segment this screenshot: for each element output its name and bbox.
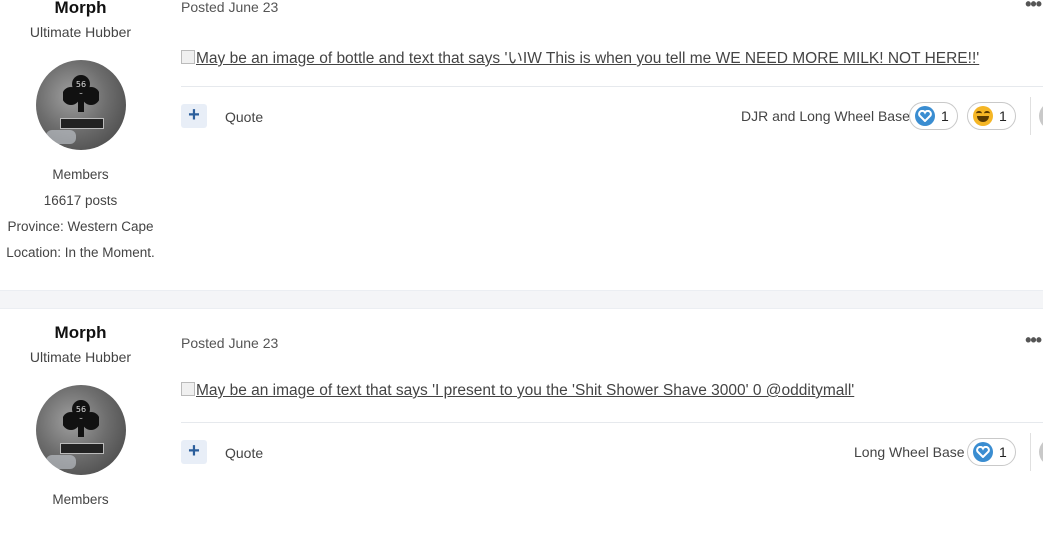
more-options-icon[interactable]: ••• — [1025, 0, 1042, 15]
svg-text:56: 56 — [75, 80, 85, 89]
avatar-plate — [59, 443, 104, 454]
react-button[interactable] — [1039, 102, 1043, 130]
heart-icon — [973, 442, 993, 462]
reacted-by-text[interactable]: DJR and Long Wheel Base — [741, 108, 910, 124]
author-province: Province: Western Cape — [7, 219, 154, 234]
author-info: Members — [0, 487, 161, 513]
avatar-plate — [59, 118, 104, 129]
reaction-separator — [1030, 433, 1031, 471]
react-button[interactable] — [1039, 438, 1043, 466]
post-image-link[interactable]: May be an image of bottle and text that … — [181, 46, 979, 68]
avatar-glare — [45, 455, 76, 469]
author-group: Members — [52, 492, 109, 507]
reaction-count: 1 — [941, 108, 949, 124]
author-rank: Ultimate Hubber — [29, 24, 132, 40]
author-group: Members — [52, 167, 109, 182]
post-divider — [181, 422, 1043, 423]
post-image-alt: May be an image of bottle and text that … — [196, 50, 980, 67]
club-emblem-icon: 56 — [62, 75, 99, 112]
club-emblem-icon: 56 — [62, 400, 99, 437]
heart-icon — [915, 106, 935, 126]
author-post-count: 16617 posts — [43, 193, 118, 208]
forum-post: Morph Ultimate Hubber 56 Members Posted … — [0, 309, 1043, 549]
forum-post: Morph Ultimate Hubber 56 Members 16617 p… — [0, 0, 1043, 290]
reaction-heart[interactable]: 1 — [909, 102, 958, 130]
reaction-count: 1 — [999, 444, 1007, 460]
reaction-heart[interactable]: 1 — [967, 438, 1016, 466]
post-date[interactable]: Posted June 23 — [181, 0, 278, 15]
avatar-glare — [45, 130, 76, 144]
avatar[interactable]: 56 — [35, 60, 126, 150]
svg-text:56: 56 — [75, 405, 85, 414]
quote-button[interactable]: Quote — [225, 109, 263, 125]
post-image-alt: May be an image of text that says 'I pre… — [196, 382, 855, 399]
post-author-panel: Morph Ultimate Hubber 56 Members — [0, 309, 161, 513]
author-location: Location: In the Moment. — [6, 245, 155, 260]
post-image-link[interactable]: May be an image of text that says 'I pre… — [181, 382, 854, 400]
haha-icon — [973, 106, 993, 126]
author-rank: Ultimate Hubber — [29, 349, 132, 365]
broken-image-icon — [181, 50, 195, 64]
reaction-separator — [1030, 97, 1031, 135]
author-info: Members 16617 posts Province: Western Ca… — [0, 162, 161, 266]
post-divider — [181, 86, 1043, 87]
more-options-icon[interactable]: ••• — [1025, 330, 1042, 351]
reaction-haha[interactable]: 1 — [967, 102, 1016, 130]
author-name[interactable]: Morph — [0, 0, 161, 18]
multiquote-button[interactable]: + — [181, 104, 207, 128]
reacted-by-text[interactable]: Long Wheel Base — [854, 444, 965, 460]
post-date[interactable]: Posted June 23 — [181, 335, 278, 351]
broken-image-icon — [181, 382, 195, 396]
multiquote-button[interactable]: + — [181, 440, 207, 464]
quote-button[interactable]: Quote — [225, 445, 263, 461]
post-author-panel: Morph Ultimate Hubber 56 Members 16617 p… — [0, 0, 161, 266]
reaction-count: 1 — [999, 108, 1007, 124]
avatar[interactable]: 56 — [35, 385, 126, 475]
author-name[interactable]: Morph — [0, 323, 161, 343]
post-separator — [0, 290, 1043, 309]
